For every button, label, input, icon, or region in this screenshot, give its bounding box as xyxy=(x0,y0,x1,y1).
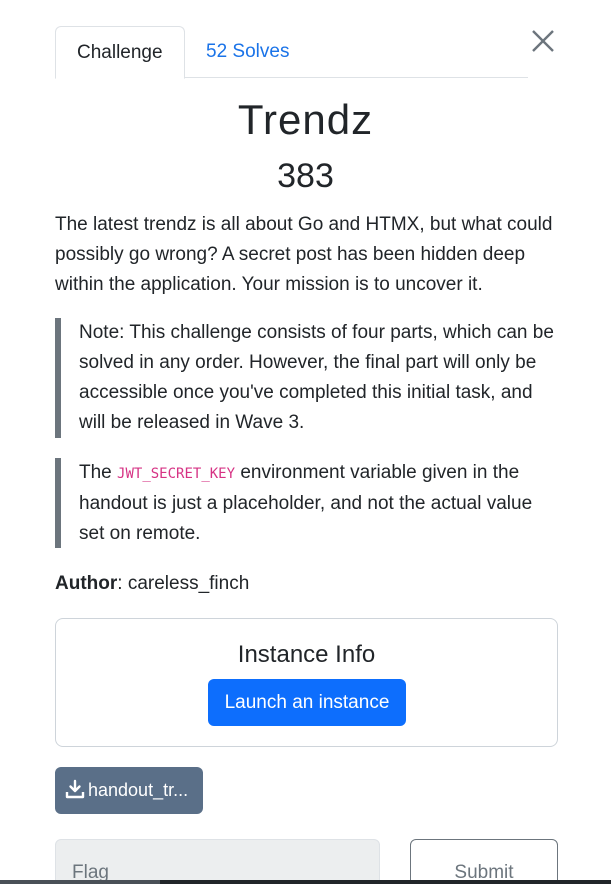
launch-instance-button[interactable]: Launch an instance xyxy=(208,679,406,726)
author-line: Author: careless_finch xyxy=(55,569,249,599)
jwt-secret-code: JWT_SECRET_KEY xyxy=(117,466,236,482)
challenge-title: Trendz xyxy=(237,96,374,143)
download-label: handout_tr... xyxy=(88,780,189,800)
tab-challenge[interactable]: Challenge xyxy=(55,26,185,79)
jwt-note-prefix: The xyxy=(79,462,118,483)
flag-input[interactable]: Flag xyxy=(55,839,380,884)
instance-info-title: Instance Info xyxy=(237,641,376,668)
challenge-description: The latest trendz is all about Go and HT… xyxy=(55,214,553,295)
jwt-note-blockquote: The JWT_SECRET_KEY environment variable … xyxy=(55,458,558,548)
bottom-scrollbar-thumb[interactable] xyxy=(0,880,160,884)
note-blockquote: Note: This challenge consists of four pa… xyxy=(55,318,558,438)
author-label: Author xyxy=(55,573,118,594)
note-text: Note: This challenge consists of four pa… xyxy=(79,322,554,433)
download-handout-button[interactable]: handout_tr... xyxy=(55,767,203,814)
author-value: : careless_finch xyxy=(117,573,250,594)
challenge-tabs: Challenge 52 Solves xyxy=(55,26,528,79)
close-icon[interactable] xyxy=(528,26,558,56)
submit-button[interactable]: Submit xyxy=(410,839,558,884)
challenge-points: 383 xyxy=(277,157,334,195)
download-icon xyxy=(65,779,88,800)
instance-info-card: Instance Info Launch an instance xyxy=(55,618,558,747)
tab-solves[interactable]: 52 Solves xyxy=(185,26,310,78)
